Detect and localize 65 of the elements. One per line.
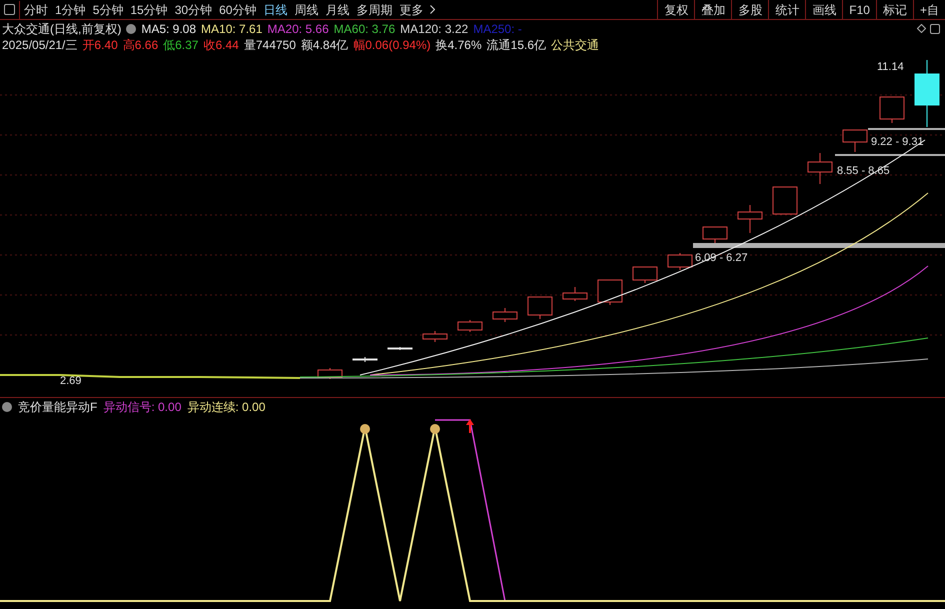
quote-field: 高6.66 <box>122 36 158 54</box>
moving-average-value: MA5: 9.08 <box>141 20 196 38</box>
quote-field: 量744750 <box>244 36 296 54</box>
period-tab[interactable]: 周线 <box>294 0 318 18</box>
candlestick <box>632 266 658 284</box>
period-tab[interactable]: 15分钟 <box>130 0 168 18</box>
candlestick <box>808 152 832 184</box>
toolbar-button[interactable]: 复权 <box>657 0 694 19</box>
price-label: 2.69 <box>60 375 82 387</box>
candlestick <box>702 226 728 244</box>
panel-toggle-icon[interactable] <box>4 4 15 15</box>
quote-field: 开6.40 <box>82 36 118 54</box>
candlestick <box>842 130 868 152</box>
toolbar-button[interactable]: 标记 <box>876 0 913 19</box>
quote-field: 低6.37 <box>163 36 198 54</box>
quote-field: 幅0.06(0.94%) <box>353 36 431 54</box>
candlestick <box>668 252 692 270</box>
period-tab[interactable]: 1分钟 <box>55 0 86 18</box>
up-arrow-icon <box>466 419 474 433</box>
candlestick <box>598 280 622 306</box>
period-tab[interactable]: 30分钟 <box>174 0 212 18</box>
candlestick <box>458 320 482 332</box>
indicator-name: 竞价量能异动F <box>18 398 98 416</box>
quote-date: 2025/05/21/三 <box>2 37 78 54</box>
indicator-value: 异动信号: 0.00 <box>103 398 182 416</box>
period-tab[interactable]: 日线 <box>263 0 288 18</box>
candlestick <box>528 296 552 320</box>
toolbar-button[interactable]: 叠加 <box>694 0 732 19</box>
panel-toggle-icon[interactable] <box>930 24 940 34</box>
moving-average-value: MA250: - <box>473 20 522 38</box>
period-tab[interactable]: 分时 <box>24 0 48 18</box>
candlestick <box>772 186 798 214</box>
moving-average-value: MA60: 3.76 <box>334 20 396 38</box>
price-label: 9.22 - 9.31 <box>871 136 924 148</box>
moving-average-value: MA20: 5.66 <box>267 20 329 38</box>
diamond-icon[interactable] <box>917 24 926 33</box>
toolbar-button[interactable]: 统计 <box>768 0 806 19</box>
candlestick <box>914 60 940 128</box>
sector-name: 公共交通 <box>551 37 600 54</box>
stock-title: 大众交通(日线,前复权) <box>2 20 122 38</box>
period-tab[interactable]: 5分钟 <box>92 0 124 18</box>
period-tab[interactable]: 更多 <box>399 0 424 18</box>
candlestick <box>562 286 588 302</box>
toolbar-button[interactable]: 多股 <box>731 0 768 19</box>
quote-field: 额4.84亿 <box>300 36 348 54</box>
toolbar-button[interactable]: +自 <box>912 0 945 19</box>
toolbar-button[interactable]: F10 <box>842 0 876 19</box>
quote-field: 流通15.6亿 <box>486 36 546 54</box>
candlestick <box>422 330 448 342</box>
candlestick <box>738 204 762 234</box>
quote-field: 收6.44 <box>203 36 239 54</box>
candlestick <box>492 308 518 322</box>
price-label: 11.14 <box>877 61 904 73</box>
toolbar-button[interactable]: 画线 <box>805 0 842 19</box>
candlestick <box>318 368 342 380</box>
moving-average-value: MA120: 3.22 <box>400 20 468 38</box>
candlestick <box>388 346 412 350</box>
chevron-right-icon[interactable] <box>430 5 436 14</box>
indicator-value: 异动连续: 0.00 <box>187 398 266 416</box>
period-tab[interactable]: 60分钟 <box>219 0 256 18</box>
period-tab[interactable]: 多周期 <box>356 0 392 18</box>
candlestick <box>880 96 904 124</box>
quote-field: 换4.76% <box>436 36 482 54</box>
period-tab[interactable]: 月线 <box>325 0 350 18</box>
moving-average-value: MA10: 7.61 <box>201 20 262 38</box>
